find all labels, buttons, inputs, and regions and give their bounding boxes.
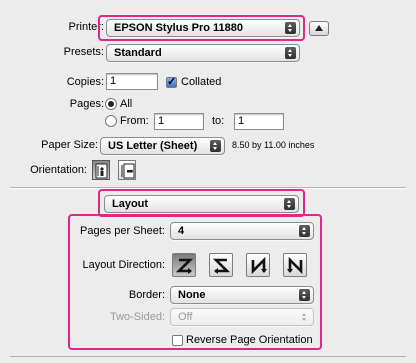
disclosure-button[interactable]	[309, 21, 329, 36]
panel-highlight	[98, 189, 305, 217]
pages-all-label: All	[120, 98, 133, 110]
orientation-landscape-button[interactable]	[118, 160, 136, 180]
border-label: Border:	[128, 289, 165, 301]
layout-direction-reverse-n-button[interactable]	[283, 253, 307, 277]
paper-size-popup[interactable]: US Letter (Sheet)	[100, 137, 225, 155]
reverse-orientation-label: Reverse Page Orientation	[186, 334, 313, 346]
collated-label: Collated	[181, 76, 222, 88]
pages-per-sheet-popup[interactable]: 4	[170, 222, 314, 240]
layout-n-icon	[251, 256, 267, 275]
popup-arrows-icon	[299, 289, 310, 301]
pages-from-radio[interactable]	[105, 115, 117, 127]
pages-all-radio[interactable]	[105, 98, 117, 110]
layout-direction-reverse-z-button[interactable]	[209, 253, 233, 277]
presets-popup[interactable]: Standard	[106, 44, 300, 62]
layout-direction-n-button[interactable]	[246, 253, 270, 277]
printer-highlight	[98, 15, 305, 41]
checkmark-icon: ✓	[167, 76, 177, 88]
two-sided-value: Off	[178, 311, 193, 323]
layout-z-icon	[175, 258, 194, 274]
border-popup[interactable]: None	[170, 286, 314, 304]
triangle-up-icon	[315, 25, 323, 31]
presets-value: Standard	[114, 47, 162, 59]
orientation-portrait-button[interactable]	[92, 160, 110, 180]
pages-per-sheet-value: 4	[178, 225, 185, 237]
popup-arrows-icon	[285, 47, 296, 59]
paper-dimensions: 8.50 by 11.00 inches	[232, 140, 315, 150]
layout-reverse-z-icon	[212, 258, 231, 274]
copies-field[interactable]: 1	[106, 73, 158, 90]
orientation-label: Orientation:	[30, 164, 87, 176]
pages-from-label: From:	[120, 115, 149, 127]
printer-label: Printer:	[68, 21, 104, 33]
popup-arrows-icon	[210, 140, 221, 152]
pages-to-label: to:	[212, 115, 225, 127]
popup-arrows-icon	[299, 225, 310, 237]
reverse-orientation-checkbox[interactable]	[172, 335, 183, 346]
layout-direction-z-button[interactable]	[172, 253, 196, 277]
border-value: None	[178, 289, 206, 301]
collated-checkbox[interactable]: ✓	[166, 77, 177, 88]
portrait-orientation-icon	[95, 163, 108, 179]
paper-size-value: US Letter (Sheet)	[108, 140, 198, 152]
popup-arrows-icon	[299, 311, 310, 323]
presets-label: Presets:	[63, 46, 104, 58]
landscape-orientation-icon	[121, 163, 135, 179]
pages-label: Pages:	[69, 98, 104, 110]
pages-from-field[interactable]: 1	[154, 113, 204, 130]
two-sided-label: Two-Sided:	[109, 311, 165, 323]
pages-per-sheet-label: Pages per Sheet:	[79, 225, 165, 237]
pages-to-field[interactable]: 1	[234, 113, 284, 130]
layout-direction-label: Layout Direction:	[82, 259, 165, 271]
paper-size-label: Paper Size:	[41, 139, 98, 151]
layout-reverse-n-icon	[287, 256, 303, 275]
bottom-separator	[10, 356, 406, 357]
copies-label: Copies:	[66, 76, 104, 88]
two-sided-popup[interactable]: Off	[170, 308, 314, 326]
